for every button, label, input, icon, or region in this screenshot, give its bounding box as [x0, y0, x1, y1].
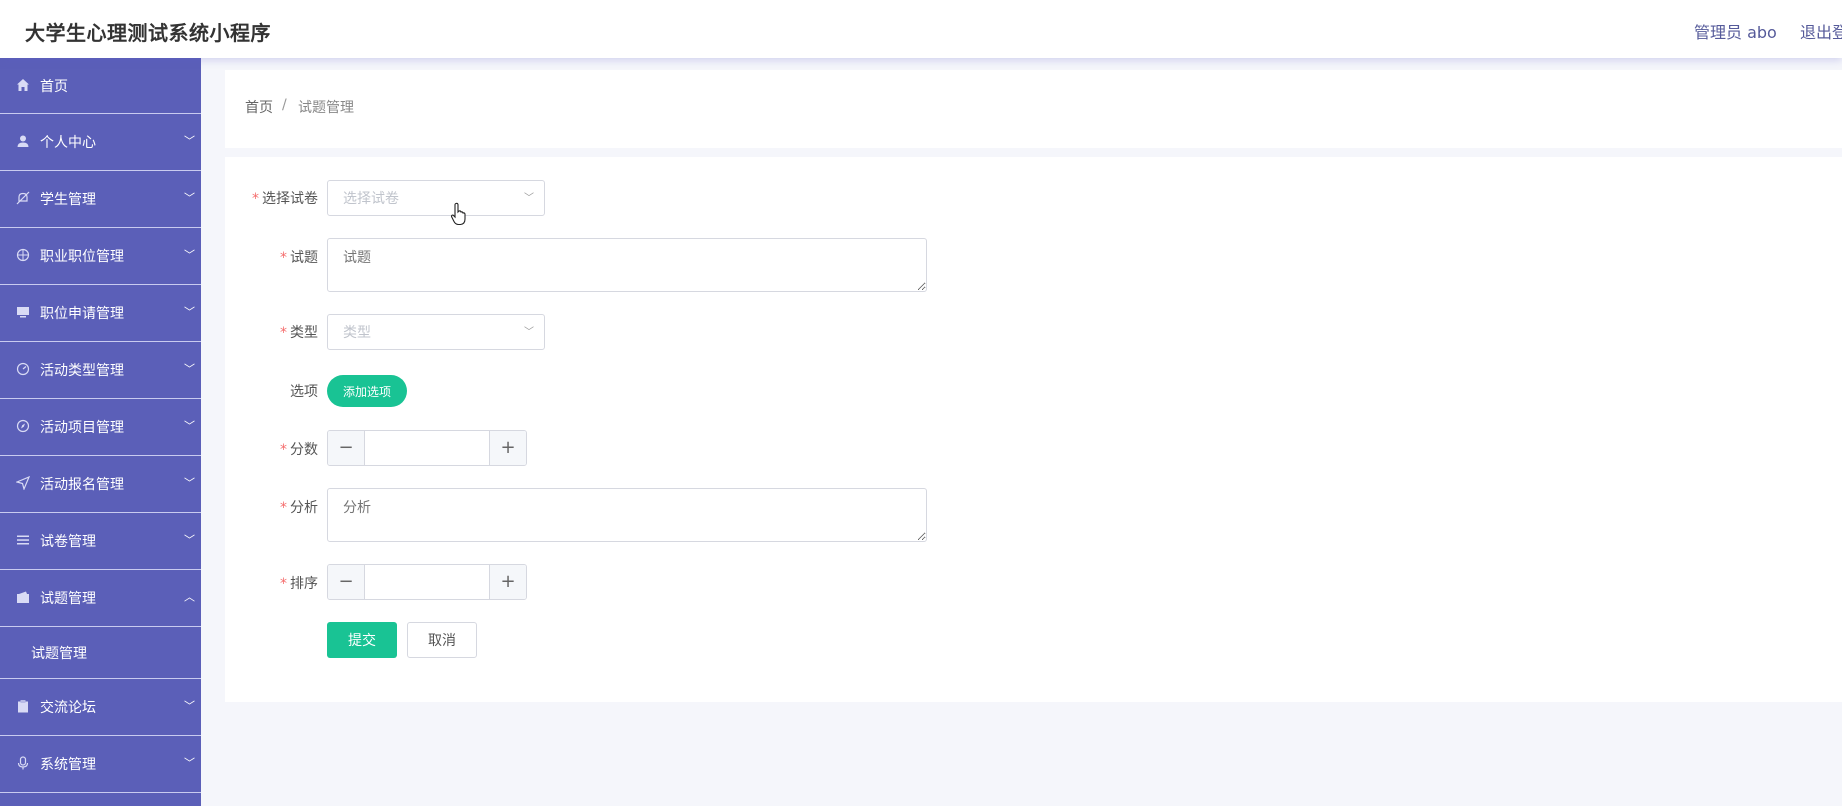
gauge-icon	[15, 362, 31, 378]
sort-field-label: * 排序	[280, 576, 318, 592]
chevron-down-icon: ﹀	[184, 362, 195, 376]
sidebar-item-label: 职业职位管理	[40, 249, 124, 265]
paper-select-placeholder: 选择试卷	[343, 191, 399, 207]
list-icon	[15, 533, 31, 549]
logout-link[interactable]: 退出登录	[1800, 19, 1842, 43]
sidebar-item-student-management[interactable]: 学生管理 ﹀	[0, 171, 201, 228]
sort-input[interactable]	[366, 565, 488, 599]
type-select-placeholder: 类型	[343, 325, 371, 341]
sidebar-item-system-management[interactable]: 系统管理 ﹀	[0, 736, 201, 793]
sort-stepper: − +	[327, 564, 527, 600]
type-select[interactable]: 类型 ﹀	[327, 314, 545, 350]
sidebar-item-label: 试题管理	[40, 591, 96, 607]
cancel-button[interactable]: 取消	[407, 622, 477, 658]
score-field-label: * 分数	[280, 442, 318, 458]
chevron-down-icon: ﹀	[184, 756, 195, 770]
send-icon	[15, 475, 31, 492]
breadcrumb-current: 试题管理	[298, 100, 354, 116]
plus-icon[interactable]: +	[489, 431, 526, 465]
analysis-textarea[interactable]	[327, 488, 927, 542]
breadcrumb: 首页 / 试题管理	[225, 70, 1842, 148]
submenu-item-label: 试题管理	[31, 645, 87, 662]
chevron-up-icon: ︿	[184, 590, 195, 604]
sidebar-item-position-application[interactable]: 职位申请管理 ﹀	[0, 285, 201, 342]
basketball-icon	[15, 248, 31, 264]
breadcrumb-home[interactable]: 首页	[245, 97, 273, 117]
submenu-item-question-management[interactable]: 试题管理	[0, 627, 201, 679]
sidebar-item-label: 试卷管理	[40, 534, 96, 550]
sidebar-item-activity-type[interactable]: 活动类型管理 ﹀	[0, 342, 201, 399]
chevron-down-icon: ﹀	[184, 134, 195, 148]
type-field-label: * 类型	[280, 325, 318, 341]
wallet-icon	[15, 590, 31, 606]
options-field-label: 选项	[290, 384, 318, 400]
chevron-down-icon: ﹀	[184, 699, 195, 713]
sidebar-item-label: 首页	[40, 78, 68, 95]
paper-select[interactable]: 选择试卷 ﹀	[327, 180, 545, 216]
breadcrumb-separator: /	[282, 97, 287, 113]
chevron-down-icon: ﹀	[184, 533, 195, 547]
clipboard-icon	[15, 699, 31, 715]
sidebar-item-label: 职位申请管理	[40, 306, 124, 322]
chevron-down-icon: ﹀	[184, 476, 195, 490]
minus-icon[interactable]: −	[328, 431, 365, 465]
chevron-down-icon: ﹀	[184, 191, 195, 205]
score-input[interactable]	[366, 431, 488, 465]
analysis-field-label: * 分析	[280, 500, 318, 516]
sidebar-item-career-position[interactable]: 职业职位管理 ﹀	[0, 228, 201, 285]
sidebar-item-label: 个人中心	[40, 135, 96, 151]
sidebar-item-label: 活动项目管理	[40, 420, 124, 436]
chevron-down-icon: ﹀	[524, 327, 534, 338]
admin-user-label: 管理员 abo	[1694, 23, 1777, 42]
top-bar: 大学生心理测试系统小程序 管理员 abo 退出登录	[0, 0, 1842, 58]
microphone-icon	[15, 756, 31, 772]
sidebar-item-personal-center[interactable]: 个人中心 ﹀	[0, 114, 201, 171]
score-stepper: − +	[327, 430, 527, 466]
sidebar-item-activity-project[interactable]: 活动项目管理 ﹀	[0, 399, 201, 456]
minus-icon[interactable]: −	[328, 565, 365, 599]
sidebar-item-question-management[interactable]: 试题管理 ︿	[0, 570, 201, 627]
sidebar-item-home[interactable]: 首页	[0, 58, 201, 114]
sidebar-item-label: 活动类型管理	[40, 363, 124, 379]
paper-field-label: * 选择试卷	[252, 191, 318, 207]
plus-icon[interactable]: +	[489, 565, 526, 599]
chevron-down-icon: ﹀	[184, 419, 195, 433]
sidebar-item-label: 系统管理	[40, 757, 96, 773]
submit-button[interactable]: 提交	[327, 622, 397, 658]
app-title: 大学生心理测试系统小程序	[25, 21, 271, 45]
sidebar: 首页 个人中心 ﹀ 学生管理 ﹀ 职业职位管理 ﹀ 职位申请管理 ﹀ 活动类型管…	[0, 58, 201, 806]
sidebar-item-label: 学生管理	[40, 192, 96, 208]
question-form: *选择试卷 选择试卷 ﹀ *试题 *类型 类型 ﹀ 选项 添加选项 *分数 − …	[225, 157, 1842, 702]
chevron-down-icon: ﹀	[184, 248, 195, 262]
sidebar-item-label: 交流论坛	[40, 700, 96, 716]
sidebar-item-label: 活动报名管理	[40, 477, 124, 493]
hand-cursor-icon	[450, 202, 468, 226]
chevron-down-icon: ﹀	[184, 305, 195, 319]
chevron-down-icon: ﹀	[524, 193, 534, 204]
user-icon	[15, 134, 31, 150]
home-icon	[15, 78, 31, 94]
add-option-button[interactable]: 添加选项	[327, 375, 407, 407]
monitor-icon	[15, 305, 31, 321]
sidebar-item-activity-signup[interactable]: 活动报名管理 ﹀	[0, 456, 201, 513]
sidebar-item-forum[interactable]: 交流论坛 ﹀	[0, 679, 201, 736]
question-field-label: * 试题	[280, 250, 318, 266]
bell-off-icon	[15, 191, 31, 207]
compass-icon	[15, 419, 31, 435]
sidebar-item-paper-management[interactable]: 试卷管理 ﹀	[0, 513, 201, 570]
question-textarea[interactable]	[327, 238, 927, 292]
